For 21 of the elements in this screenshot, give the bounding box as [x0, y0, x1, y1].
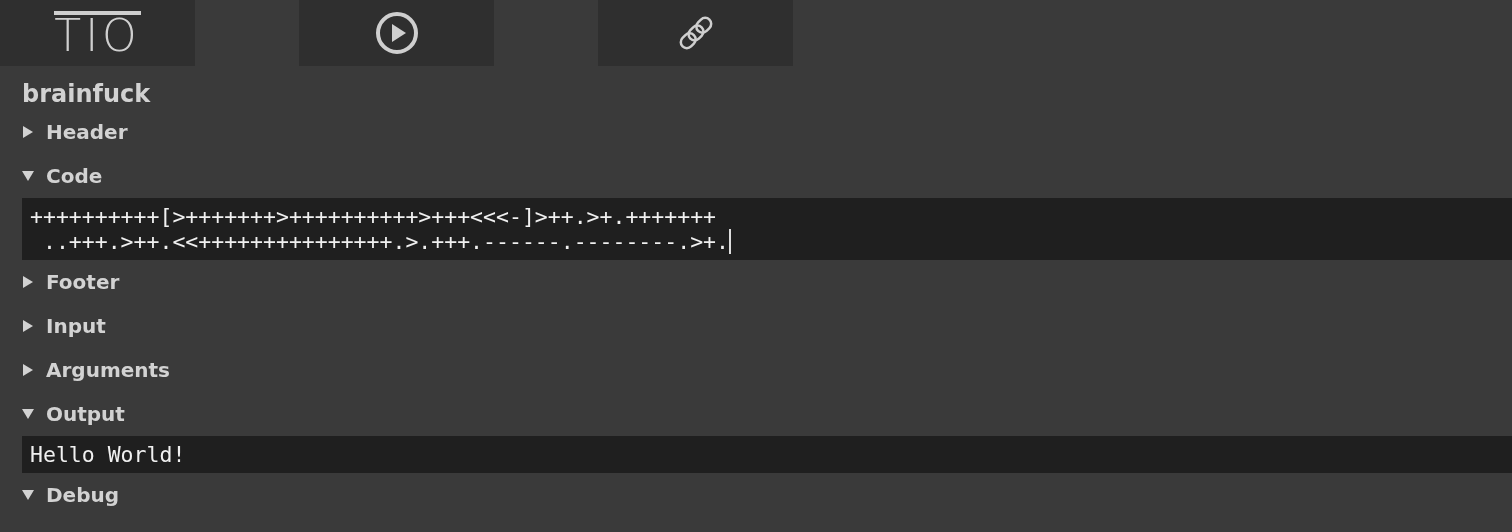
section-header[interactable]: Input	[22, 304, 1512, 348]
section-label: Header	[46, 119, 128, 146]
section-label: Output	[46, 401, 125, 428]
section-header[interactable]: Code	[22, 154, 1512, 198]
link-button[interactable]	[598, 0, 793, 66]
section-label: Code	[46, 163, 103, 190]
run-button[interactable]	[299, 0, 494, 66]
section-header[interactable]: Debug	[22, 473, 1512, 517]
section-label: Footer	[46, 269, 120, 296]
code-field[interactable]: Hello World!	[22, 436, 1512, 473]
section-label: Arguments	[46, 357, 170, 384]
code-field[interactable]: ++++++++++[>+++++++>++++++++++>+++<<<-]>++.>+.+++++++ ..+++.>++.<<+++++++++++++++.>.+++.------.--------.>+.	[22, 198, 1512, 260]
section-label: Debug	[46, 482, 120, 509]
section-header[interactable]: Header	[22, 110, 1512, 154]
section-header[interactable]: Arguments	[22, 348, 1512, 392]
section-header[interactable]: Footer	[22, 260, 1512, 304]
language-title: brainfuck	[22, 79, 152, 110]
logo-button[interactable]: TIO	[0, 0, 195, 66]
section-header[interactable]: Output	[22, 392, 1512, 436]
section-label: Input	[46, 313, 106, 340]
play-icon	[374, 11, 419, 55]
